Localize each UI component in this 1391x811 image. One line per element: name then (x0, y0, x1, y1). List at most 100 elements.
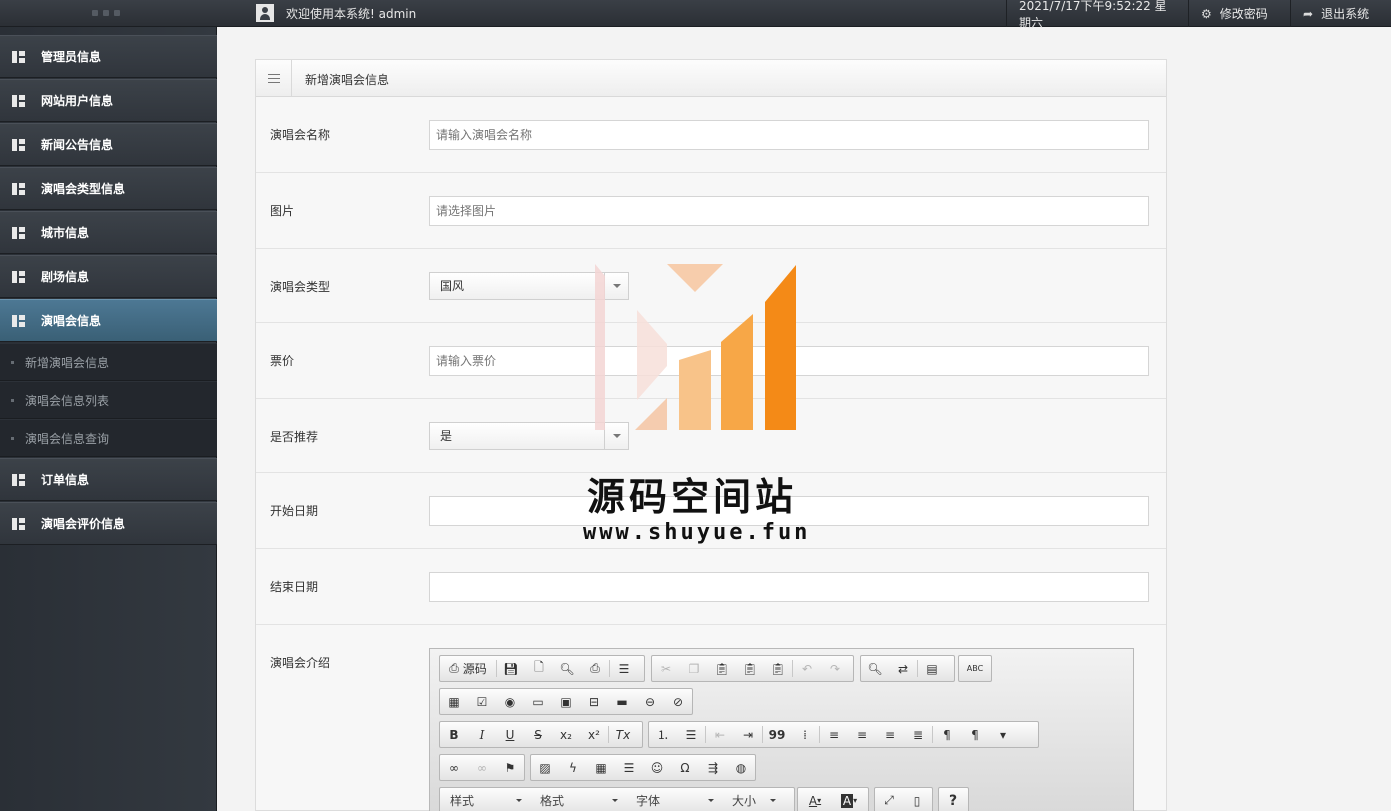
align-center-button[interactable]: ≡ (848, 722, 876, 747)
sidebar-item-orders[interactable]: 订单信息 (0, 458, 217, 501)
undo-button[interactable]: ↶ (793, 656, 821, 681)
size-combo[interactable]: 大小 (722, 788, 784, 811)
align-left-button[interactable]: ≡ (820, 722, 848, 747)
language-button[interactable]: ▾ (989, 722, 1017, 747)
horizontal-rule-button[interactable]: ☰ (615, 755, 643, 780)
change-password-link[interactable]: ⚙ 修改密码 (1188, 0, 1290, 27)
flash-button[interactable]: ϟ (559, 755, 587, 780)
button-field-button[interactable]: ▬ (608, 689, 636, 714)
language-icon: ▾ (999, 727, 1007, 742)
textarea-button[interactable]: ▣ (552, 689, 580, 714)
print-button[interactable]: ⎙ (581, 656, 609, 681)
cut-button[interactable]: ✂ (652, 656, 680, 681)
bg-color-button[interactable]: A ▾ (832, 788, 866, 811)
image-button[interactable]: ▨ (531, 755, 559, 780)
save-button[interactable]: 💾︎ (497, 656, 525, 681)
bold-icon: B (449, 727, 459, 742)
select-field-button[interactable]: ⊟ (580, 689, 608, 714)
smiley-button[interactable]: ☺ (643, 755, 671, 780)
remove-format-button[interactable]: Tx (609, 722, 637, 747)
table-button[interactable]: ▦ (587, 755, 615, 780)
format-combo[interactable]: 格式 (530, 788, 626, 811)
iframe-button[interactable]: ◍ (727, 755, 755, 780)
sidebar-item-admin[interactable]: 管理员信息 (0, 35, 217, 78)
paste-text-button[interactable]: 📋︎ (736, 656, 764, 681)
sidebar-item-reviews[interactable]: 演唱会评价信息 (0, 502, 217, 545)
image-button-button[interactable]: ⊖ (636, 689, 664, 714)
align-right-button[interactable]: ≡ (876, 722, 904, 747)
hidden-field-button[interactable]: ⊘ (664, 689, 692, 714)
paste-word-button[interactable]: 📋︎ (764, 656, 792, 681)
style-combo[interactable]: 样式 (440, 788, 530, 811)
link-button[interactable]: ∞ (440, 755, 468, 780)
concert-name-input[interactable] (429, 120, 1149, 150)
page-break-button[interactable]: ⇶ (699, 755, 727, 780)
sidebar-subitem-concert-list[interactable]: 演唱会信息列表 (0, 381, 217, 419)
sidebar-subitem-concert-query[interactable]: 演唱会信息查询 (0, 419, 217, 457)
sidebar-subitem-label: 演唱会信息列表 (25, 393, 110, 408)
form-button[interactable]: ▦ (440, 689, 468, 714)
bold-button[interactable]: B (440, 722, 468, 747)
sidebar-item-concert[interactable]: 演唱会信息 (0, 299, 217, 342)
new-page-button[interactable]: 🗋 (525, 656, 553, 681)
italic-button[interactable]: I (468, 722, 496, 747)
spellcheck-button[interactable]: ABC (959, 656, 991, 681)
price-input[interactable] (429, 346, 1149, 376)
outdent-button[interactable]: ⇤ (706, 722, 734, 747)
logout-link[interactable]: ➦ 退出系统 (1290, 0, 1391, 27)
end-date-input[interactable] (429, 572, 1149, 602)
sidebar-item-news[interactable]: 新闻公告信息 (0, 123, 217, 166)
align-right-icon: ≡ (884, 727, 896, 742)
rtl-button[interactable]: ¶ (961, 722, 989, 747)
select-all-button[interactable]: ▤ (918, 656, 946, 681)
preview-button[interactable]: 🔍︎ (553, 656, 581, 681)
anchor-button[interactable]: ⚑ (496, 755, 524, 780)
justify-button[interactable]: ≣ (904, 722, 932, 747)
field-label: 演唱会名称 (270, 128, 331, 142)
dashboard-icon (12, 94, 25, 107)
source-button[interactable]: ⎙ 源码 (440, 656, 496, 681)
font-combo-label: 字体 (636, 794, 661, 808)
copy-button[interactable]: ❐ (680, 656, 708, 681)
special-char-button[interactable]: Ω (671, 755, 699, 780)
sidebar-item-theater[interactable]: 剧场信息 (0, 255, 217, 298)
show-blocks-button[interactable]: ▯ (903, 788, 931, 811)
sidebar-grip[interactable] (92, 10, 124, 16)
form-row-price: 票价 (256, 323, 1166, 399)
replace-button[interactable]: ⇄ (889, 656, 917, 681)
blockquote-button[interactable]: 99 (763, 722, 791, 747)
cut-icon: ✂ (660, 661, 672, 676)
font-combo[interactable]: 字体 (626, 788, 722, 811)
div-container-button[interactable]: ⁞ (791, 722, 819, 747)
image-picker-input[interactable] (429, 196, 1149, 226)
welcome-area: 欢迎使用本系统! admin (256, 4, 416, 22)
sidebar-item-city[interactable]: 城市信息 (0, 211, 217, 254)
strike-button[interactable]: S (524, 722, 552, 747)
recommend-select[interactable]: 是 (429, 422, 629, 450)
indent-button[interactable]: ⇥ (734, 722, 762, 747)
unlink-button[interactable]: ∞ (468, 755, 496, 780)
templates-icon: ☰ (618, 661, 630, 676)
concert-type-select[interactable]: 国风 (429, 272, 629, 300)
sidebar-subitem-add-concert[interactable]: 新增演唱会信息 (0, 343, 217, 381)
find-button[interactable]: 🔍︎ (861, 656, 889, 681)
maximize-button[interactable]: ⤢ (875, 788, 903, 811)
sidebar-item-concert-type[interactable]: 演唱会类型信息 (0, 167, 217, 210)
paste-button[interactable]: 📋︎ (708, 656, 736, 681)
help-button[interactable]: ? (939, 788, 967, 811)
bulleted-list-button[interactable]: ☰ (677, 722, 705, 747)
templates-button[interactable]: ☰ (610, 656, 638, 681)
checkbox-button[interactable]: ☑ (468, 689, 496, 714)
underline-button[interactable]: U (496, 722, 524, 747)
numbered-list-button[interactable]: ⒈ (649, 722, 677, 747)
ltr-button[interactable]: ¶ (933, 722, 961, 747)
sidebar-item-users[interactable]: 网站用户信息 (0, 79, 217, 122)
sidebar-item-label: 剧场信息 (41, 270, 90, 284)
redo-button[interactable]: ↷ (821, 656, 849, 681)
text-color-button[interactable]: A ▾ (798, 788, 832, 811)
textfield-icon: ▭ (532, 694, 544, 709)
textfield-button[interactable]: ▭ (524, 689, 552, 714)
subscript-button[interactable]: x₂ (552, 722, 580, 747)
superscript-button[interactable]: x² (580, 722, 608, 747)
radio-button[interactable]: ◉ (496, 689, 524, 714)
